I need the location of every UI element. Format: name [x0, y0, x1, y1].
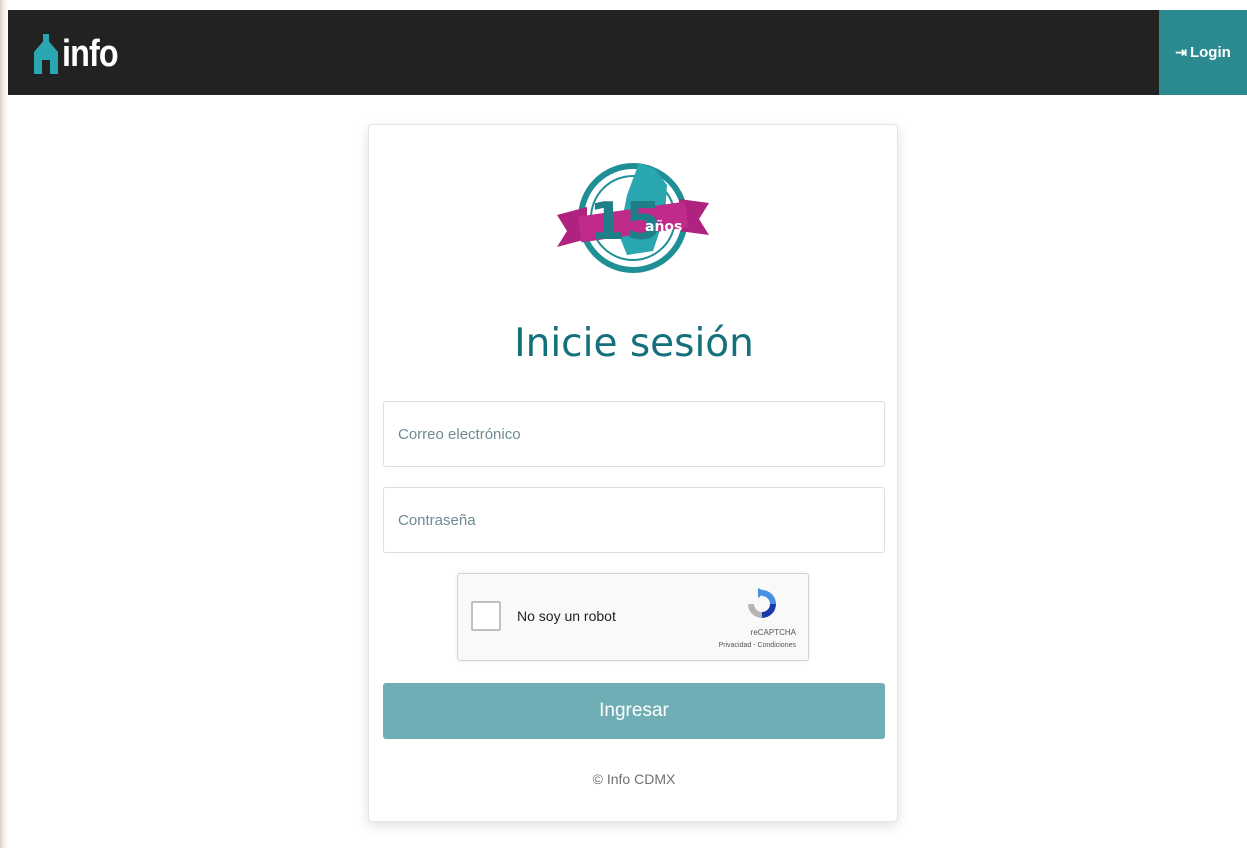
footer-copyright: © Info CDMX [592, 771, 676, 787]
recaptcha-widget: No soy un robot reCAPTCHA Privacidad - C… [457, 573, 809, 661]
building-icon [34, 34, 58, 74]
login-nav-button[interactable]: ⇥ Login [1159, 10, 1247, 95]
login-card: 15 años Inicie sesión No soy un robot re… [368, 124, 898, 822]
anniversary-15-logo: 15 años [557, 163, 709, 273]
recaptcha-brand: reCAPTCHA [750, 628, 796, 637]
recaptcha-checkbox[interactable] [471, 601, 501, 631]
email-input[interactable] [383, 401, 885, 467]
brand-text: info [62, 32, 119, 75]
brand-logo[interactable]: info [32, 30, 128, 78]
window-edge [0, 0, 8, 848]
page: info ⇥ Login 15 años Inicie sesión No so… [0, 0, 1247, 848]
sign-in-icon: ⇥ [1175, 44, 1187, 60]
submit-button[interactable]: Ingresar [383, 683, 885, 739]
recaptcha-links[interactable]: Privacidad - Condiciones [656, 642, 796, 649]
page-title: Inicie sesión [514, 321, 754, 366]
svg-text:años: años [645, 219, 682, 235]
top-navbar: info ⇥ Login [8, 10, 1247, 95]
recaptcha-label: No soy un robot [517, 608, 616, 624]
password-input[interactable] [383, 487, 885, 553]
login-nav-label: Login [1189, 44, 1231, 61]
recaptcha-icon [748, 588, 776, 618]
